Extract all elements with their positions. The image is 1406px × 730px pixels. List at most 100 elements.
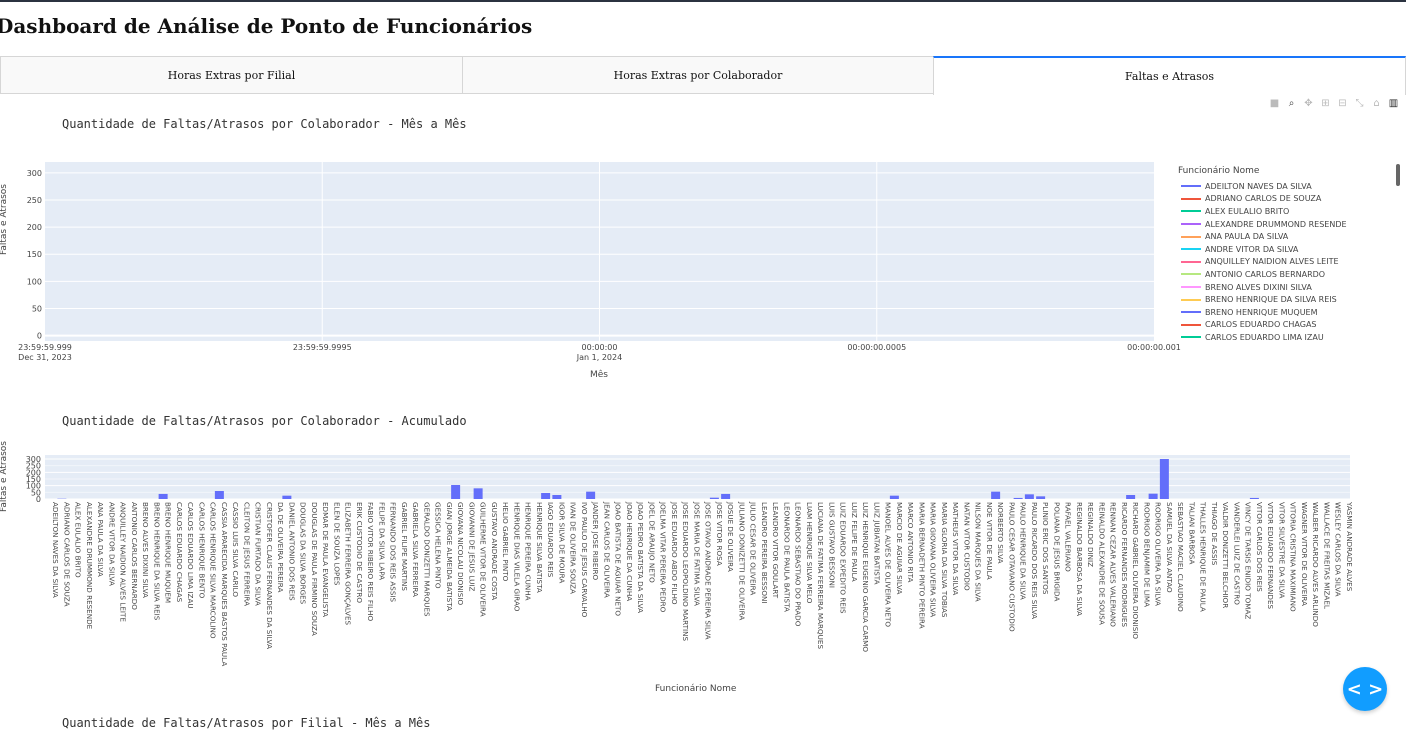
bar	[709, 497, 719, 499]
y-tick-label: 150	[26, 475, 41, 484]
x-tick-label: HENRIQUE PEREIRA CUNHA	[524, 502, 533, 601]
legend-item[interactable]: ANA PAULA DA SILVA	[1172, 230, 1394, 243]
legend-item[interactable]: ALEXANDRE DRUMMOND RESENDE	[1172, 218, 1394, 231]
x-tick-label: GIAN JORGE ALMEIDA BATISTA	[445, 502, 454, 611]
x-tick-label: JOAO BATISTA DE AGUIAR NETO	[614, 501, 623, 616]
bar	[473, 488, 483, 499]
x-tick-label: JULIANO DONIZETTI DE OLIVEIRA	[737, 501, 746, 620]
x-tick-label: FERNANDO DOS REIS ASSIS	[389, 502, 398, 603]
x-tick-label: CARLOS EDUARDO LIMA IZAU	[186, 502, 195, 609]
x-tick-label: VANDERLEI LUIZ DE CASTRO	[1232, 502, 1241, 605]
x-tick-label: LUIS GUSTAVO BESSONI	[827, 502, 836, 588]
x-tick-label: GIOVANA NICOLAU DIONISIO	[456, 502, 465, 605]
x-tick-label: WAGNER VITOR DE OLIVEIRA	[1300, 502, 1309, 606]
x-tick-label: MARCIO DE AGUIAR SILVA	[895, 502, 904, 594]
bar	[1024, 494, 1034, 499]
legend-swatch	[1181, 298, 1201, 301]
legend-label: BRENO HENRIQUE DA SILVA REIS	[1205, 295, 1337, 305]
legend-item[interactable]: ANQUILLEY NAIDION ALVES LEITE	[1172, 256, 1394, 269]
x-tick-label: LEANDRO PEREIRA BESSONI	[760, 502, 769, 604]
x-tick-label: JOSUE DE OLIVEIRA	[726, 501, 735, 572]
x-tick-label: ANQUILLEY NAIDION ALVES LEITE	[119, 502, 128, 622]
plot-background	[45, 455, 1350, 499]
x-tick-label: JULIO CESAR DE OLIVEIRA	[749, 501, 758, 595]
chart2-title: Quantidade de Faltas/Atrasos por Colabor…	[62, 414, 467, 428]
x-tick-label: ADEILTON NAVES DA SILVA	[51, 502, 60, 598]
x-tick-label: CASSIO LUIS SILVA CARILO	[231, 502, 240, 597]
x-tick-label: THIAGO DE ASSIS	[1210, 501, 1219, 566]
y-tick-label: 250	[27, 196, 42, 205]
legend-item[interactable]: ANDRE VITOR DA SILVA	[1172, 243, 1394, 256]
legend-title: Funcionário Nome	[1178, 166, 1260, 176]
x-tick-label: PLINIO ERIC DOS SANTOS	[1041, 502, 1050, 595]
legend-item[interactable]: BRENO HENRIQUE DA SILVA REIS	[1172, 293, 1394, 306]
x-tick-label: CARLOS HENRIQUE SILVA MARCOLINO	[209, 502, 218, 639]
legend-label: ADEILTON NAVES DA SILVA	[1205, 181, 1312, 191]
legend-swatch	[1181, 323, 1201, 326]
y-tick-label: 250	[26, 462, 41, 471]
bar	[1013, 497, 1023, 499]
x-tick-label: SAMUEL DA SILVA ANTAO	[1165, 502, 1174, 593]
chart2-ylabel: Faltas e Atrasos	[0, 441, 9, 512]
y-tick-label: 150	[27, 250, 42, 259]
x-tick-label: HENRIQUE SILVA BATISTA	[535, 502, 544, 593]
x-tick-label: JANDER JOSE RIBEIRO	[591, 501, 600, 581]
legend-swatch	[1181, 235, 1201, 238]
chart1-legend[interactable]: Funcionário Nome ADEILTON NAVES DA SILVA…	[1172, 160, 1394, 342]
x-tick-label: LUIZ JUBIATAN BATISTA	[872, 502, 881, 585]
legend-item[interactable]: ADRIANO CARLOS DE SOUZA	[1172, 193, 1394, 206]
x-tick-label: ALEXANDRE DRUMMOND RESENDE	[85, 502, 94, 630]
legend-item[interactable]: ADEILTON NAVES DA SILVA	[1172, 180, 1394, 193]
x-tick-label: PAULO HENRIQUE DA SILVA	[1019, 502, 1028, 600]
x-tick-label: MATHEUS VITOR DA SILVA	[951, 502, 960, 595]
y-tick-label: 0	[37, 332, 42, 341]
bar	[586, 491, 596, 499]
x-tick-label: YASMIN ANDRADE ALVES	[1345, 501, 1354, 592]
x-tick-label: GUSTAVO ANDRADE COSTA	[490, 502, 499, 600]
x-tick-label: LEANDRO VITOR GOULART	[771, 502, 780, 599]
x-tick-label: RICARDO FERNANDES RODRIGUES	[1120, 502, 1129, 627]
legend-label: ADRIANO CARLOS DE SOUZA	[1205, 194, 1322, 204]
legend-item[interactable]: BRENO ALVES DIXINI SILVA	[1172, 281, 1394, 294]
legend-label: ALEX EULALIO BRITO	[1205, 206, 1290, 216]
x-tick-label: 00:00:00.0005	[847, 343, 906, 352]
x-tick-label: BRENO HENRIQUE DA SILVA REIS	[152, 502, 161, 621]
x-tick-label: VITOR EDUARDO FERNANDES	[1266, 502, 1275, 610]
legend-item[interactable]: CARLOS EDUARDO CHAGAS	[1172, 319, 1394, 332]
legend-label: ANTONIO CARLOS BERNARDO	[1205, 269, 1326, 279]
x-tick-label: 00:00:00	[582, 343, 618, 352]
x-tick-label: VITOR CARLOS DOS REIS	[1255, 502, 1264, 592]
y-tick-label: 300	[26, 455, 41, 464]
legend-item[interactable]: ANTONIO CARLOS BERNARDO	[1172, 268, 1394, 281]
x-tick-label: RICHARD GABRIEL OLIVEIRA DIONISIO	[1131, 502, 1140, 639]
legend-item[interactable]: BRENO HENRIQUE MUQUEM	[1172, 306, 1394, 319]
x-tick-label: GERALDO DONIZETTI MARQUES	[422, 502, 431, 617]
legend-item[interactable]: CARLOS EDUARDO LIMA IZAU	[1172, 331, 1394, 342]
x-tick-label: ADRIANO CARLOS DE SOUZA	[62, 502, 71, 607]
x-tick-label: JOSE VITOR ROSA	[715, 501, 724, 566]
x-tick-label: RENNAN CEZAR ALVES VALERIANO	[1109, 502, 1118, 627]
x-tick-label: DANIEL ANTONIO DOS REIS	[287, 502, 296, 601]
legend-swatch	[1181, 223, 1201, 226]
x-tick-label: JOAO PEDRO BATISTA DA SILVA	[636, 501, 645, 613]
legend-swatch	[1181, 197, 1201, 200]
chart3-title: Quantidade de Faltas/Atrasos por Filial …	[62, 716, 431, 730]
code-arrows-icon[interactable]: < >	[1343, 667, 1387, 711]
x-tick-label: REGINALDO DINIZ	[1086, 502, 1095, 567]
x-tick-label: ELIZABETH FERREIRA GONÇALVES	[344, 502, 353, 625]
legend-scrollbar[interactable]	[1396, 164, 1400, 186]
x-tick-label: VITOR SILVESTRE DA SILVA	[1277, 502, 1286, 598]
x-tick-label: WESLEY CARLOS DA SILVA	[1334, 502, 1343, 597]
legend-label: CARLOS EDUARDO CHAGAS	[1205, 320, 1317, 330]
x-tick-label: WALBER RICARDO ALVES ARLINDO	[1311, 502, 1320, 627]
x-tick-label: CLEITON DE JESUS FERREIRA	[242, 502, 251, 606]
x-tick-label: 23:59:59.999	[18, 343, 72, 352]
legend-label: ANDRE VITOR DA SILVA	[1205, 244, 1299, 254]
x-tick-label: VINCY DE TARSIS ENIDIO TOMAZ	[1244, 502, 1253, 619]
x-tick-sublabel: Dec 31, 2023	[18, 353, 72, 362]
x-tick-label: CARLOS EDUARDO CHAGAS	[175, 502, 184, 603]
x-tick-label: IVO PAULO DE JESUS CARVALHO	[580, 502, 589, 618]
y-tick-label: 200	[27, 223, 42, 232]
bar	[721, 493, 731, 499]
legend-item[interactable]: ALEX EULALIO BRITO	[1172, 205, 1394, 218]
